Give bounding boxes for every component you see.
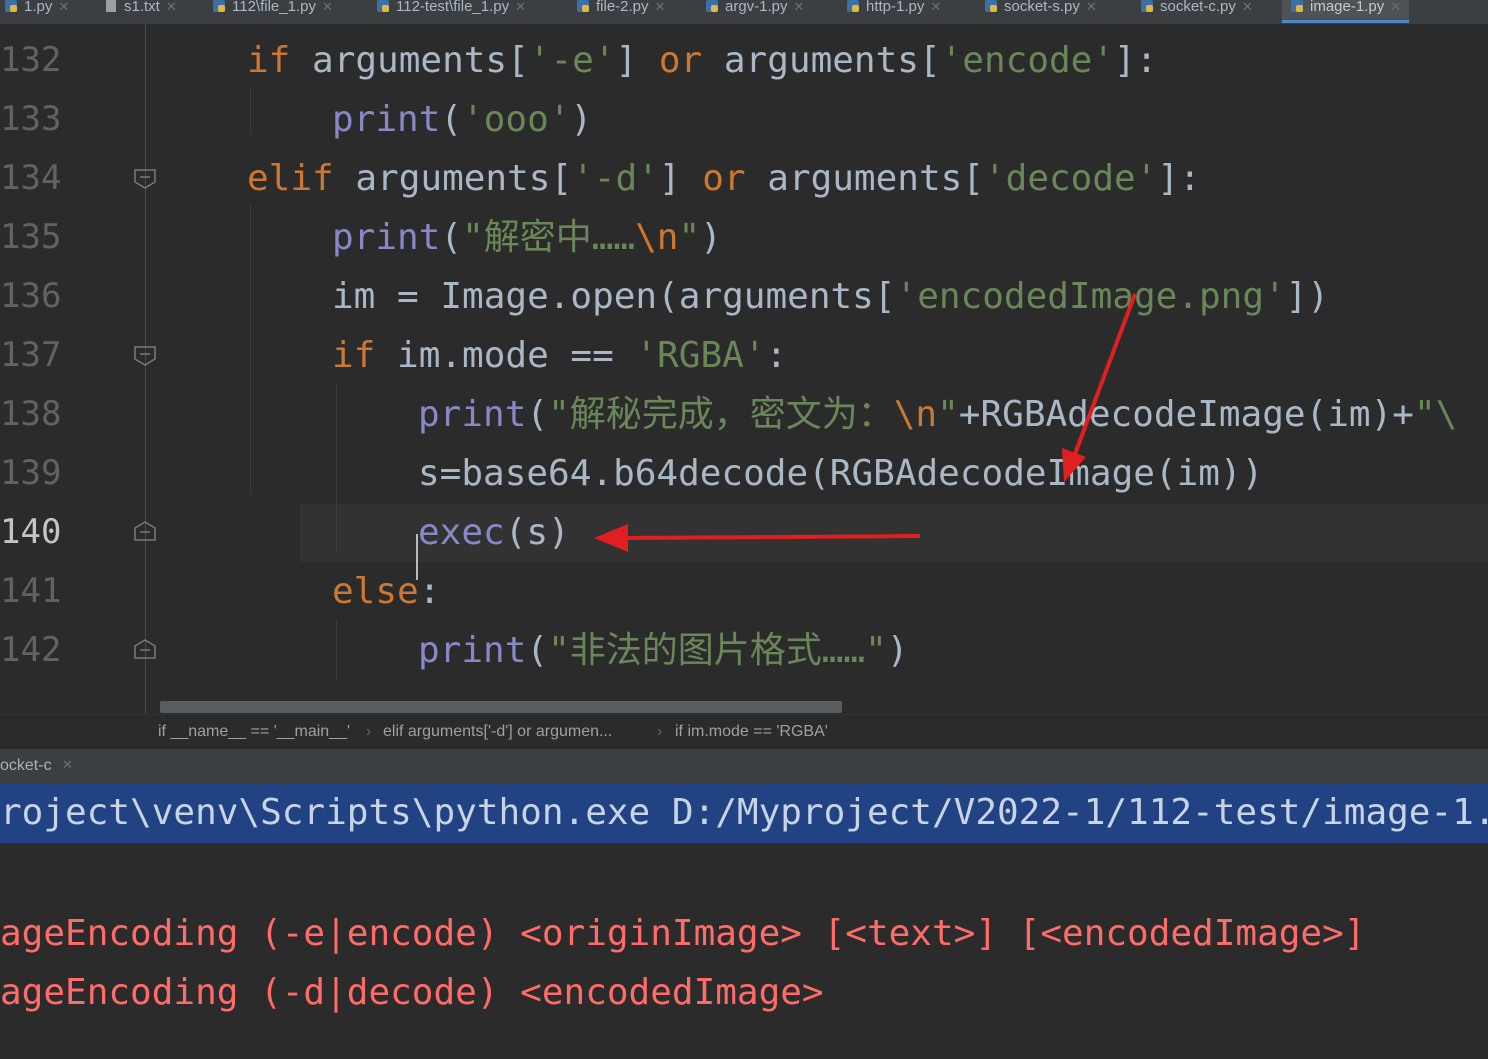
close-icon[interactable]: ✕ xyxy=(930,0,941,14)
close-icon[interactable]: ✕ xyxy=(1242,0,1253,14)
editor-tab-bar: 1.py ✕ s1.txt ✕ 112\file_1.py ✕ 112-test\fi… xyxy=(0,0,1488,25)
python-file-icon xyxy=(1290,0,1304,13)
code-editor[interactable]: 132 133 134 135 136 137 138 139 140 141 … xyxy=(0,24,1488,714)
python-file-icon xyxy=(705,0,719,13)
tab-socket-c-py[interactable]: socket-c.py ✕ xyxy=(1140,0,1253,20)
console-error-line: ageEncoding (-e|encode) <originImage> [<… xyxy=(0,913,1366,954)
chevron-right-icon: › xyxy=(366,723,372,740)
close-icon[interactable]: ✕ xyxy=(1086,0,1097,14)
text-file-icon xyxy=(104,0,118,13)
tab-112-test-file-1-py[interactable]: 112-test\file_1.py ✕ xyxy=(376,0,526,20)
python-file-icon xyxy=(984,0,998,13)
python-file-icon xyxy=(846,0,860,13)
python-file-icon xyxy=(376,0,390,13)
annotation-arrows xyxy=(594,293,1137,552)
tab-112-file-1-py[interactable]: 112\file_1.py ✕ xyxy=(212,0,333,20)
close-icon[interactable]: ✕ xyxy=(58,0,69,14)
breadcrumb-item[interactable]: if im.mode == 'RGBA' xyxy=(675,723,828,741)
run-tab-label[interactable]: ocket-c xyxy=(0,757,52,775)
horizontal-scrollbar[interactable] xyxy=(160,701,842,713)
tab-http-1-py[interactable]: http-1.py ✕ xyxy=(846,0,941,20)
tab-image-1-py[interactable]: image-1.py ✕ xyxy=(1282,0,1410,23)
close-icon[interactable]: ✕ xyxy=(515,0,526,14)
python-file-icon xyxy=(212,0,226,13)
tab-file-2-py[interactable]: file-2.py ✕ xyxy=(576,0,665,20)
close-icon[interactable]: ✕ xyxy=(794,0,805,14)
python-file-icon xyxy=(576,0,590,13)
close-icon[interactable]: ✕ xyxy=(655,0,666,14)
run-console[interactable]: roject\venv\Scripts\python.exe D:/Myproj… xyxy=(0,783,1488,1059)
breadcrumb: if __name__ == '__main__' › elif argumen… xyxy=(0,714,1488,749)
tab-1-py[interactable]: 1.py ✕ xyxy=(4,0,69,20)
python-file-icon xyxy=(4,0,18,13)
chevron-right-icon: › xyxy=(657,723,663,740)
run-tab-bar: ocket-c ✕ xyxy=(0,749,1488,783)
close-icon[interactable]: ✕ xyxy=(322,0,333,14)
close-icon[interactable]: ✕ xyxy=(62,757,73,773)
console-error-line: ageEncoding (-d|decode) <encodedImage> xyxy=(0,972,824,1013)
python-file-icon xyxy=(1140,0,1154,13)
breadcrumb-item[interactable]: elif arguments['-d'] or argumen... xyxy=(383,723,612,741)
tab-s1-txt[interactable]: s1.txt ✕ xyxy=(104,0,177,20)
close-icon[interactable]: ✕ xyxy=(1390,0,1401,14)
breadcrumb-item[interactable]: if __name__ == '__main__' xyxy=(158,723,350,741)
tab-argv-1-py[interactable]: argv-1.py ✕ xyxy=(705,0,804,20)
tab-socket-s-py[interactable]: socket-s.py ✕ xyxy=(984,0,1097,20)
console-command-line: roject\venv\Scripts\python.exe D:/Myproj… xyxy=(0,783,1488,843)
close-icon[interactable]: ✕ xyxy=(166,0,177,14)
